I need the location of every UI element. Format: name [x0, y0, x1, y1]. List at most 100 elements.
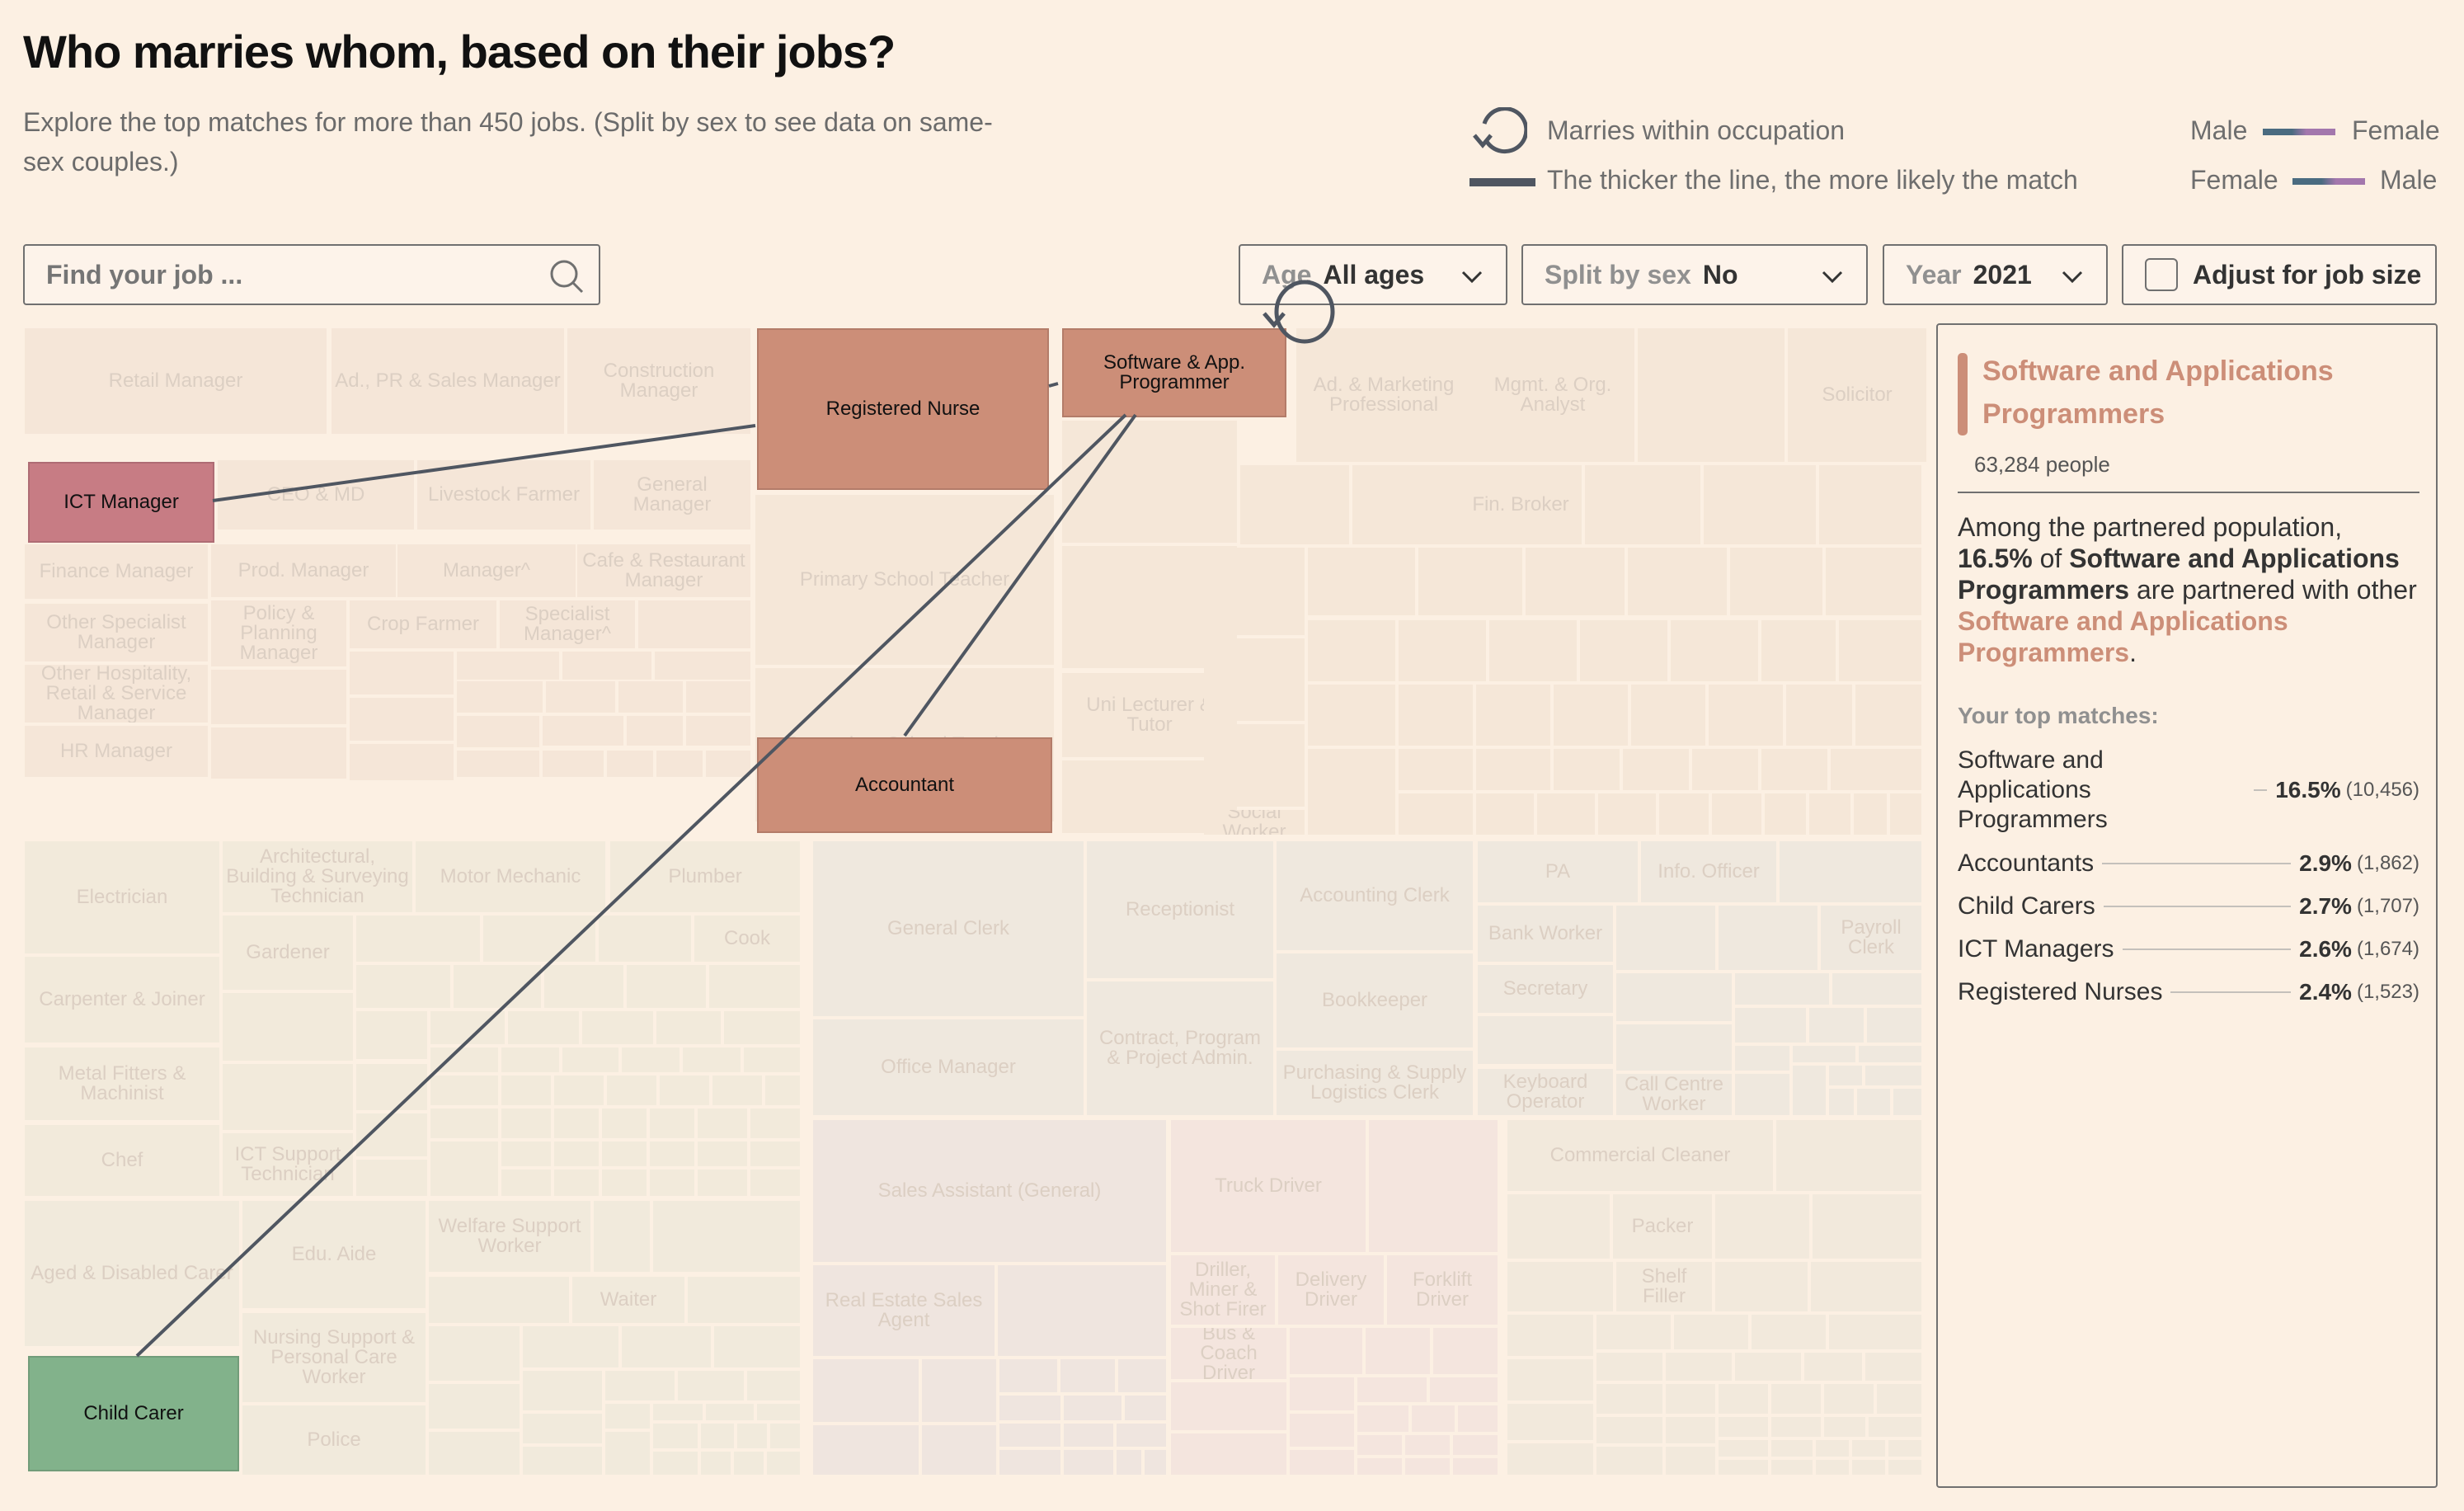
treemap-cell[interactable]	[1666, 1447, 1715, 1475]
treemap-cell-specialist-manager[interactable]: Specialist Manager^	[500, 600, 635, 648]
year-select[interactable]: Year 2021	[1883, 244, 2108, 305]
treemap-cell[interactable]	[1854, 793, 1887, 835]
treemap-cell[interactable]	[1357, 1458, 1402, 1475]
treemap-cell-nursing-support[interactable]: Nursing Support & Personal Care Worker	[242, 1313, 426, 1402]
treemap-cell-solicitor[interactable]: Solicitor	[1788, 328, 1926, 462]
treemap-cell[interactable]	[683, 1047, 741, 1072]
treemap-cell[interactable]	[1712, 793, 1761, 835]
treemap-cell[interactable]	[1453, 1435, 1498, 1455]
treemap-cell[interactable]	[508, 1011, 579, 1044]
treemap-cell-manager-caret[interactable]: Manager^	[397, 544, 576, 597]
treemap-cell[interactable]	[1666, 1417, 1715, 1443]
treemap-cell[interactable]	[688, 1277, 800, 1323]
treemap-cell[interactable]	[554, 1170, 599, 1196]
treemap-cell[interactable]	[1671, 620, 1758, 681]
treemap-cell-accounting-clerk[interactable]: Accounting Clerk	[1277, 841, 1473, 950]
treemap-cell[interactable]	[1628, 548, 1727, 615]
treemap-cell-sales-assistant[interactable]: Sales Assistant (General)	[813, 1120, 1166, 1262]
treemap-cell[interactable]	[1145, 1450, 1166, 1475]
treemap-cell[interactable]	[1476, 793, 1534, 835]
treemap-cell[interactable]	[678, 1371, 744, 1400]
treemap-cell-crop-farmer[interactable]: Crop Farmer	[350, 600, 496, 648]
treemap-cell[interactable]	[1730, 548, 1822, 615]
treemap-cell-police[interactable]: Police	[242, 1405, 426, 1475]
treemap-cell[interactable]	[211, 727, 346, 779]
treemap-cell[interactable]	[211, 670, 346, 724]
treemap-cell[interactable]	[546, 681, 615, 713]
treemap-cell[interactable]	[650, 1170, 694, 1196]
treemap-cell-arch-technician[interactable]: Architectural, Building & Surveying Tech…	[223, 841, 412, 912]
treemap-cell[interactable]	[1804, 1353, 1862, 1381]
treemap-cell[interactable]	[999, 1359, 1057, 1392]
treemap-cell[interactable]	[999, 1450, 1060, 1475]
treemap-cell[interactable]	[1433, 1328, 1498, 1374]
treemap-cell-keyboard-operator[interactable]: Keyboard Operator	[1478, 1069, 1613, 1115]
treemap-cell[interactable]	[429, 1432, 520, 1475]
treemap-cell[interactable]	[714, 1326, 800, 1367]
treemap-cell[interactable]	[430, 1011, 505, 1044]
treemap-cell[interactable]	[1852, 1440, 1885, 1457]
treemap-cell[interactable]	[1204, 638, 1305, 721]
treemap-cell[interactable]	[1204, 548, 1305, 635]
treemap-cell[interactable]	[757, 1404, 800, 1420]
treemap-cell[interactable]	[1616, 1024, 1732, 1071]
treemap-cell-construction-manager[interactable]: Construction Manager	[567, 328, 750, 434]
treemap-cell[interactable]	[356, 916, 480, 962]
treemap-cell[interactable]	[1839, 620, 1921, 681]
treemap-cell[interactable]	[223, 1064, 353, 1130]
treemap-cell[interactable]	[1811, 1262, 1921, 1311]
treemap-cell[interactable]	[1554, 685, 1628, 746]
treemap-cell-bus-driver[interactable]: Bus & Coach Driver	[1171, 1328, 1286, 1379]
treemap-cell-real-estate[interactable]: Real Estate Sales Agent	[813, 1265, 995, 1356]
treemap-cell[interactable]	[1366, 1328, 1430, 1374]
treemap-cell[interactable]	[1829, 1089, 1854, 1115]
treemap-cell[interactable]	[1715, 1262, 1808, 1311]
treemap-cell-metal-fitters[interactable]: Metal Fitters & Machinist	[25, 1047, 219, 1120]
treemap-cell-general-clerk[interactable]: General Clerk	[813, 841, 1084, 1016]
treemap-cell[interactable]	[356, 1064, 427, 1110]
treemap-cell-registered-nurse[interactable]: Registered Nurse	[757, 328, 1049, 490]
treemap-cell[interactable]	[638, 600, 750, 648]
treemap-cell[interactable]	[1865, 1066, 1921, 1085]
treemap-cell[interactable]	[706, 1404, 754, 1420]
treemap-cell[interactable]	[457, 652, 559, 680]
treemap-cell[interactable]	[1826, 548, 1921, 615]
treemap-cell[interactable]	[430, 1076, 498, 1105]
treemap-cell[interactable]	[750, 1141, 800, 1166]
treemap-cell[interactable]	[701, 1424, 734, 1448]
treemap-cell[interactable]	[454, 965, 541, 1008]
treemap-cell[interactable]	[922, 1359, 996, 1422]
treemap-cell[interactable]	[543, 751, 604, 777]
treemap-cell[interactable]	[1771, 1440, 1813, 1457]
treemap-cell[interactable]	[1399, 685, 1473, 746]
treemap-cell[interactable]	[1596, 1417, 1662, 1443]
treemap-cell[interactable]	[602, 1109, 647, 1138]
treemap-cell[interactable]	[1308, 620, 1395, 681]
treemap-cell-receptionist[interactable]: Receptionist	[1087, 841, 1273, 978]
treemap-cell[interactable]	[660, 1076, 709, 1105]
treemap-cell-ad-pr-sales-manager[interactable]: Ad., PR & Sales Manager	[332, 328, 564, 434]
treemap-cell[interactable]	[501, 1170, 551, 1196]
treemap-cell[interactable]	[1125, 1396, 1166, 1420]
treemap-cell[interactable]	[430, 1047, 498, 1072]
treemap-cell-bookkeeper[interactable]: Bookkeeper	[1277, 953, 1473, 1047]
treemap-cell[interactable]	[602, 1170, 647, 1196]
treemap-cell[interactable]	[1507, 1404, 1593, 1440]
treemap-cell[interactable]	[1117, 1424, 1166, 1447]
treemap-cell[interactable]	[998, 1265, 1166, 1356]
treemap-cell[interactable]	[1308, 749, 1395, 835]
treemap-cell[interactable]	[430, 1141, 498, 1196]
treemap-cell[interactable]	[350, 744, 454, 780]
treemap-cell[interactable]	[607, 751, 653, 777]
search-icon[interactable]	[548, 257, 585, 295]
treemap-cell[interactable]	[750, 1170, 800, 1196]
treemap-cell[interactable]	[999, 1424, 1060, 1447]
treemap-cell[interactable]	[1476, 749, 1550, 790]
treemap-cell[interactable]	[1507, 1359, 1593, 1400]
treemap-cell[interactable]	[1719, 1440, 1768, 1457]
treemap-cell[interactable]	[1369, 1120, 1498, 1252]
treemap-cell[interactable]	[770, 1424, 800, 1448]
treemap-cell-motor-mechanic[interactable]: Motor Mechanic	[416, 841, 605, 912]
treemap-cell-purchasing-clerk[interactable]: Purchasing & Supply Logistics Clerk	[1277, 1051, 1473, 1115]
treemap-cell[interactable]	[1171, 1382, 1286, 1430]
